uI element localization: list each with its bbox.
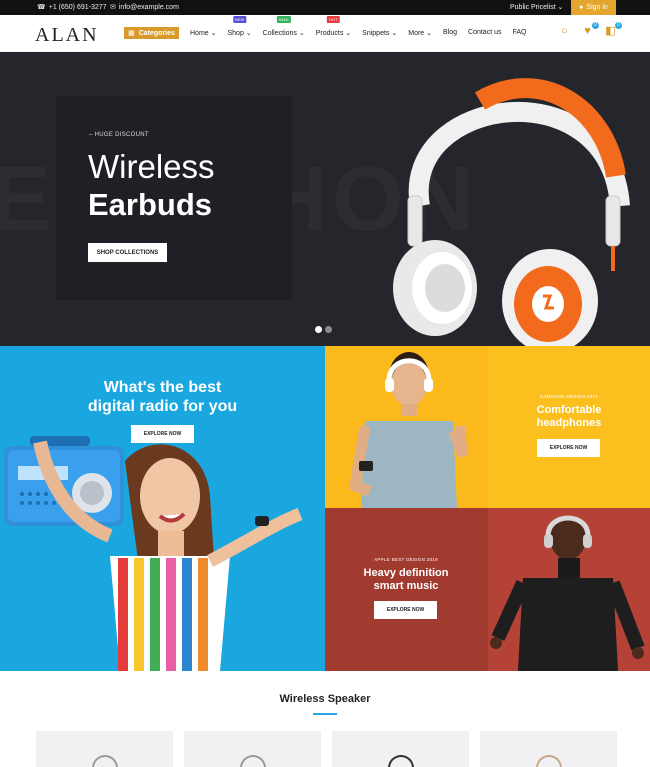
sign-in-button[interactable]: ● Sign in xyxy=(571,0,616,15)
pricelist-dropdown[interactable]: Public Pricelist ⌄ xyxy=(510,3,563,11)
promo-headphones-title: Comfortable headphones xyxy=(488,404,650,430)
menu-badge: NEW xyxy=(232,16,247,23)
product-card[interactable] xyxy=(184,731,321,767)
chevron-down-icon: ⌄ xyxy=(343,30,352,37)
menu-item-products[interactable]: Products ⌄ HOT xyxy=(315,16,352,37)
hero-title-line2: Earbuds xyxy=(88,187,213,222)
chevron-down-icon: ⌄ xyxy=(243,30,252,37)
user-icon: ● xyxy=(579,4,584,11)
wishlist-icon[interactable]: ♥ 0 xyxy=(581,22,599,38)
section-underline xyxy=(313,713,337,715)
phone-icon: ☎ xyxy=(37,4,46,11)
chevron-down-icon: ⌄ xyxy=(296,30,305,37)
phone-number: +1 (650) 691-3277 xyxy=(48,3,107,11)
promo-headphones-title-line1: Comfortable xyxy=(536,404,602,416)
speaker-product-image xyxy=(387,755,414,767)
promo-music-explore-button[interactable]: EXPLORE NOW xyxy=(374,601,437,619)
pricelist-label: Public Pricelist xyxy=(510,4,556,11)
product-card[interactable] xyxy=(480,731,617,767)
promo-music-title-line1: Heavy definition xyxy=(363,567,449,579)
promo-music-image-panel xyxy=(488,508,650,671)
categories-label: Categories xyxy=(138,29,175,37)
hero-banner: EADPHON – HUGE DISCOUNT Wireless Earbuds… xyxy=(0,52,650,346)
promo-headphones-block: SAMSUNG DESIGN 2019 Comfortable headphon… xyxy=(325,346,650,508)
hero-eyebrow: – HUGE DISCOUNT xyxy=(89,132,149,138)
speaker-product-image xyxy=(239,755,266,767)
menu-item-label: Collections xyxy=(262,30,297,37)
menu-item-label: Home xyxy=(190,30,209,37)
menu-item-snippets[interactable]: Snippets ⌄ xyxy=(362,29,397,37)
slide-dot-2[interactable] xyxy=(325,326,332,333)
phone-contact[interactable]: ☎ +1 (650) 691-3277 xyxy=(37,3,107,12)
cart-icon[interactable]: ◧ 0 xyxy=(604,22,622,38)
cart-count: 0 xyxy=(615,22,622,29)
menu-badge: HOT xyxy=(327,16,340,23)
woman-with-radio-image xyxy=(4,436,303,671)
menu-badge: SALE xyxy=(276,16,291,23)
nav-icon-group: ○ ♥ 0 ◧ 0 xyxy=(558,22,622,38)
menu-bar: Home ⌄ Shop ⌄ NEW Collections ⌄ SALE Products… xyxy=(190,16,538,37)
email-address: info@example.com xyxy=(118,3,179,11)
grid-icon: ▦ xyxy=(128,30,135,37)
menu-item-faq[interactable]: FAQ xyxy=(512,29,526,37)
promo-headphones-title-line2: headphones xyxy=(536,417,602,429)
slide-dot-1[interactable] xyxy=(315,326,322,333)
chevron-down-icon: ⌄ xyxy=(557,4,564,11)
chevron-down-icon: ⌄ xyxy=(424,30,432,37)
menu-item-label: Shop xyxy=(227,30,244,37)
chevron-down-icon: ⌄ xyxy=(389,30,398,37)
man-with-headphones-image xyxy=(348,352,468,508)
menu-item-label: Snippets xyxy=(362,30,390,37)
promo-headphones-explore-button[interactable]: EXPLORE NOW xyxy=(537,439,600,457)
headphone-image xyxy=(393,78,630,346)
sign-in-label: Sign in xyxy=(586,4,608,11)
menu-item-more[interactable]: More ⌄ xyxy=(408,29,432,37)
menu-item-label: Products xyxy=(315,30,344,37)
search-icon[interactable]: ○ xyxy=(558,25,571,38)
shop-collections-button[interactable]: SHOP COLLECTIONS xyxy=(88,243,167,262)
product-card[interactable] xyxy=(36,731,173,767)
product-card-row xyxy=(36,731,617,767)
man-in-sweater-image xyxy=(490,515,645,671)
section-title: Wireless Speaker xyxy=(279,693,371,705)
email-contact[interactable]: ✉ info@example.com xyxy=(110,3,179,12)
wishlist-count: 0 xyxy=(592,22,599,29)
mail-icon: ✉ xyxy=(110,4,116,11)
chevron-down-icon: ⌄ xyxy=(208,30,217,37)
menu-item-collections[interactable]: Collections ⌄ SALE xyxy=(262,16,305,37)
menu-item-blog[interactable]: Blog xyxy=(443,29,457,37)
promo-headphones-eyebrow: SAMSUNG DESIGN 2019 xyxy=(539,394,599,399)
promo-music-title-line2: smart music xyxy=(373,580,439,592)
promo-music-block: APPLE BEST DESIGN 2019 Heavy definition … xyxy=(325,508,650,671)
speaker-product-image xyxy=(91,755,118,767)
menu-item-contact-us[interactable]: Contact us xyxy=(468,29,501,37)
menu-item-label: More xyxy=(408,30,425,37)
promo-radio-block: What's the best digital radio for you EX… xyxy=(0,346,325,671)
top-bar: ☎ +1 (650) 691-3277 ✉ info@example.com P… xyxy=(0,0,650,15)
product-card[interactable] xyxy=(332,731,469,767)
menu-item-label: FAQ xyxy=(512,29,527,36)
menu-item-home[interactable]: Home ⌄ xyxy=(190,29,217,37)
menu-item-label: Blog xyxy=(443,29,458,36)
site-logo[interactable]: ALAN xyxy=(35,24,99,47)
hero-title-line1: Wireless xyxy=(88,148,215,185)
categories-button[interactable]: ▦ Categories xyxy=(124,27,179,39)
slider-dots xyxy=(315,326,332,333)
promo-music-eyebrow: APPLE BEST DESIGN 2019 xyxy=(374,557,438,562)
menu-item-shop[interactable]: Shop ⌄ NEW xyxy=(227,16,252,37)
main-navigation: ALAN ▦ Categories Home ⌄ Shop ⌄ NEW Collect… xyxy=(0,15,650,52)
menu-item-label: Contact us xyxy=(468,29,502,36)
speaker-product-image xyxy=(535,755,562,767)
promo-music-title: Heavy definition smart music xyxy=(325,567,487,593)
